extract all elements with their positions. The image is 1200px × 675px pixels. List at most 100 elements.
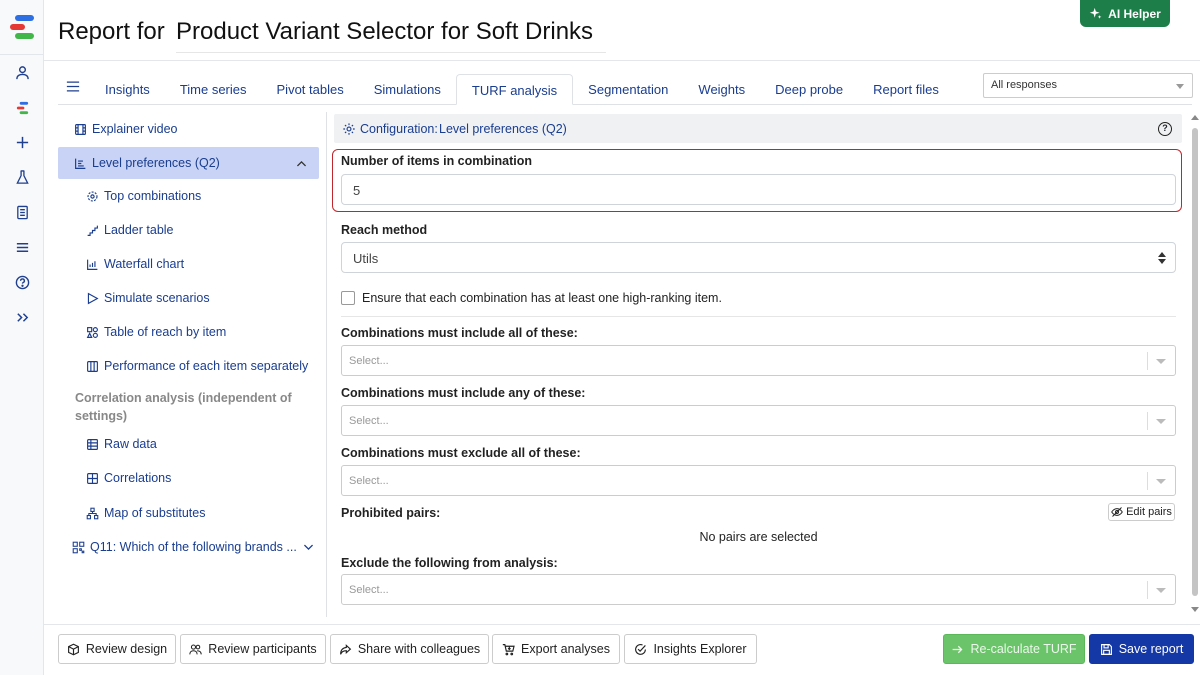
users-icon	[189, 644, 203, 654]
chevron-down-icon	[1156, 588, 1166, 593]
edit-pairs-label: Edit pairs	[1126, 506, 1172, 518]
sparkle-icon	[1089, 7, 1102, 19]
cube-icon	[67, 643, 79, 655]
tab-report-files[interactable]: Report files	[858, 74, 954, 105]
insights-explorer-label: Insights Explorer	[653, 642, 747, 656]
share-arrow-icon	[339, 643, 352, 655]
report-tabs: Insights Time series Pivot tables Simula…	[90, 74, 954, 105]
bar-list-icon	[75, 158, 86, 169]
shapes-icon	[86, 326, 98, 338]
sidebar-item-label: Ladder table	[104, 223, 174, 237]
select-separator	[1147, 352, 1148, 370]
configuration-label: Configuration:	[360, 122, 438, 136]
help-circle-icon[interactable]	[12, 272, 32, 292]
review-design-label: Review design	[85, 642, 168, 656]
include-any-select[interactable]: Select...	[341, 405, 1176, 436]
chevron-down-icon	[1156, 419, 1166, 424]
share-button[interactable]: Share with colleagues	[330, 634, 489, 664]
tab-segmentation[interactable]: Segmentation	[573, 74, 683, 105]
play-icon	[87, 292, 99, 304]
sidebar-item-top-combinations[interactable]: Top combinations	[86, 189, 201, 203]
include-all-select[interactable]: Select...	[341, 345, 1176, 376]
ai-helper-button[interactable]: AI Helper	[1080, 0, 1170, 27]
cog-dots-icon	[87, 190, 98, 202]
reach-method-select[interactable]: Utils	[341, 242, 1176, 273]
tab-simulations[interactable]: Simulations	[359, 74, 456, 105]
edit-pairs-button[interactable]: Edit pairs	[1108, 503, 1175, 521]
scroll-up-arrow-icon[interactable]	[1191, 115, 1199, 120]
recalculate-turf-label: Re-calculate TURF	[970, 642, 1077, 656]
tab-time-series[interactable]: Time series	[165, 74, 262, 105]
tab-turf-analysis[interactable]: TURF analysis	[455, 74, 574, 105]
tab-deep-probe[interactable]: Deep probe	[760, 74, 858, 105]
exclude-all-label: Combinations must exclude all of these:	[341, 446, 581, 460]
include-all-label: Combinations must include all of these:	[341, 326, 578, 340]
user-icon[interactable]	[12, 62, 32, 82]
high-ranking-checkbox[interactable]	[341, 291, 355, 305]
export-analyses-button[interactable]: Export analyses	[492, 634, 620, 664]
sidebar-divider	[326, 112, 327, 617]
sidebar-item-label: Explainer video	[92, 122, 178, 136]
columns-icon	[87, 360, 98, 372]
list-icon[interactable]	[12, 237, 32, 257]
flask-icon[interactable]	[12, 167, 32, 187]
no-pairs-text: No pairs are selected	[699, 530, 818, 544]
items-in-combination-input[interactable]: 5	[341, 174, 1176, 205]
sidebar-item-simulate-scenarios[interactable]: Simulate scenarios	[86, 291, 210, 305]
sidebar-item-label: Simulate scenarios	[104, 291, 210, 305]
sidebar-item-q11[interactable]: Q11: Which of the following brands ...	[72, 540, 313, 554]
tab-pivot-tables[interactable]: Pivot tables	[262, 74, 359, 105]
insights-explorer-button[interactable]: Insights Explorer	[624, 634, 757, 664]
review-participants-button[interactable]: Review participants	[180, 634, 326, 664]
sidebar-item-label: Table of reach by item	[104, 325, 227, 339]
ai-helper-label: AI Helper	[1108, 6, 1161, 21]
grid-icon	[87, 472, 98, 484]
left-rail	[0, 0, 44, 675]
sidebar-item-map-of-substitutes[interactable]: Map of substitutes	[86, 506, 205, 520]
save-report-button[interactable]: Save report	[1089, 634, 1194, 664]
sidebar-item-performance-each-item[interactable]: Performance of each item separately	[86, 359, 308, 373]
sidebar-item-table-of-reach[interactable]: Table of reach by item	[86, 325, 226, 339]
include-any-placeholder: Select...	[349, 415, 389, 427]
items-in-combination-value: 5	[353, 183, 361, 198]
exclude-all-select[interactable]: Select...	[341, 465, 1176, 496]
exclude-analysis-select[interactable]: Select...	[341, 574, 1176, 605]
expand-chevrons-icon[interactable]	[12, 307, 32, 327]
arrow-right-icon	[953, 645, 963, 653]
select-separator	[1147, 472, 1148, 490]
sidebar-item-level-preferences[interactable]: Level preferences (Q2)	[74, 156, 308, 170]
section-divider	[341, 316, 1176, 317]
page-title[interactable]: Product Variant Selector for Soft Drinks	[176, 18, 606, 53]
ladder-icon	[87, 225, 98, 236]
sidebar-item-label: Raw data	[104, 437, 157, 451]
document-icon[interactable]	[12, 202, 32, 222]
scrollbar-thumb[interactable]	[1192, 128, 1198, 596]
sidebar-item-raw-data[interactable]: Raw data	[86, 437, 157, 451]
sidebar-item-label: Performance of each item separately	[104, 359, 309, 373]
app-logo[interactable]	[7, 14, 37, 40]
sidebar-item-correlations[interactable]: Correlations	[86, 471, 171, 485]
app-mini-logo-icon[interactable]	[12, 97, 32, 117]
chevron-up-icon[interactable]	[295, 157, 308, 170]
select-separator	[1147, 581, 1148, 599]
tab-insights[interactable]: Insights	[90, 74, 165, 105]
scroll-down-arrow-icon[interactable]	[1191, 607, 1199, 612]
configuration-value: Level preferences (Q2)	[439, 122, 567, 136]
recalculate-turf-button[interactable]: Re-calculate TURF	[943, 634, 1085, 664]
plus-icon[interactable]	[12, 132, 32, 152]
help-icon[interactable]: ?	[1158, 122, 1172, 136]
tab-weights[interactable]: Weights	[683, 74, 760, 105]
hierarchy-icon	[86, 507, 99, 519]
save-report-label: Save report	[1118, 642, 1184, 656]
sidebar-item-label: Waterfall chart	[104, 257, 185, 271]
hamburger-menu-icon[interactable]	[66, 80, 82, 94]
sidebar-item-explainer-video[interactable]: Explainer video	[74, 122, 177, 136]
responses-filter-select[interactable]: All responses	[983, 73, 1193, 98]
chevron-down-icon[interactable]	[302, 541, 315, 554]
review-design-button[interactable]: Review design	[58, 634, 176, 664]
sidebar-item-waterfall-chart[interactable]: Waterfall chart	[86, 257, 184, 271]
exclude-all-placeholder: Select...	[349, 475, 389, 487]
save-disk-icon	[1100, 643, 1112, 655]
sidebar-item-ladder-table[interactable]: Ladder table	[86, 223, 174, 237]
sidebar-item-label: Top combinations	[104, 189, 202, 203]
